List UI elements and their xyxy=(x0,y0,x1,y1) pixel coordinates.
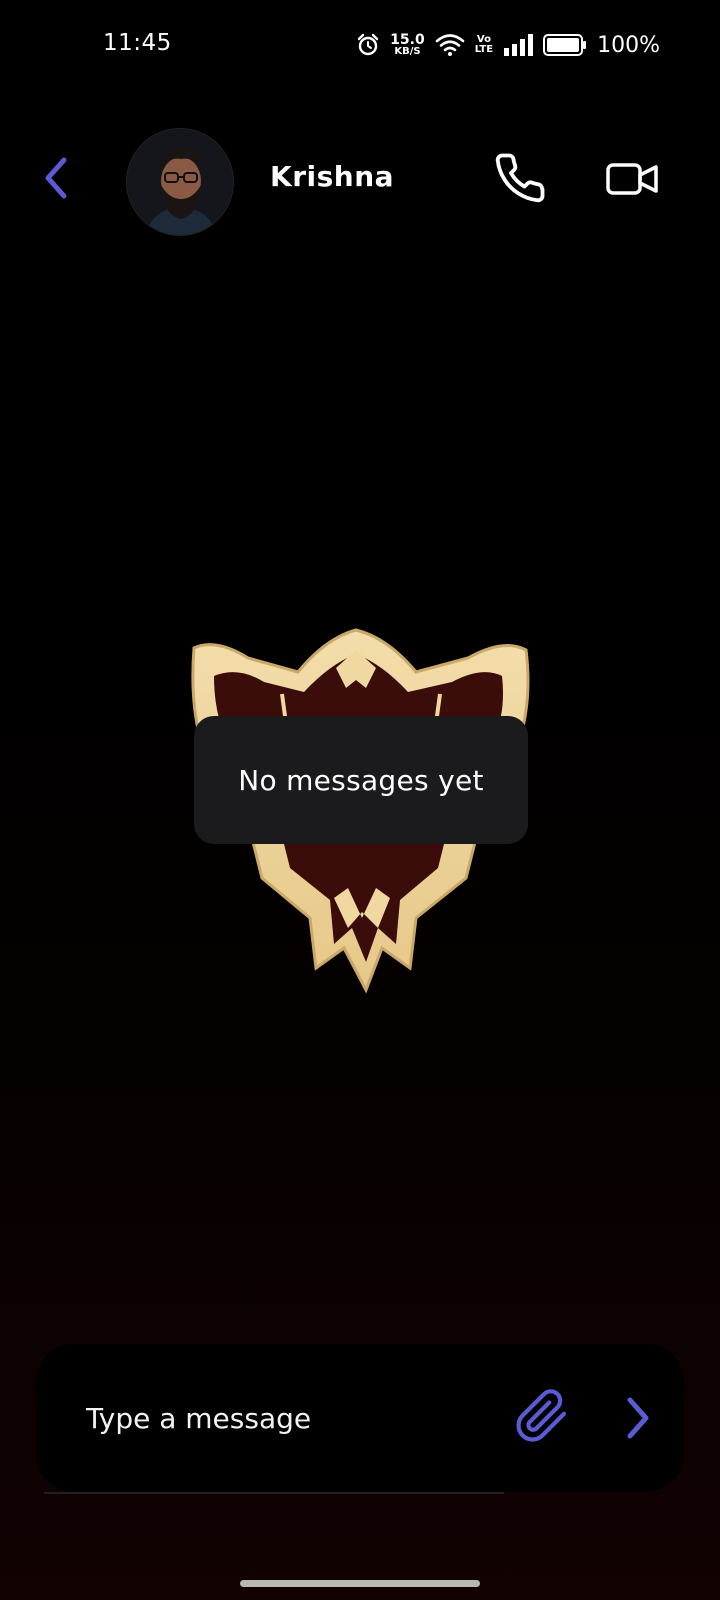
phone-icon xyxy=(493,151,547,209)
chat-screen: 11:45 15.0 KB/S Vo LTE 100% Krishna No m… xyxy=(0,0,720,1600)
alarm-icon xyxy=(356,33,380,57)
back-button[interactable] xyxy=(38,156,74,204)
status-icons: 15.0 KB/S Vo LTE 100% xyxy=(356,30,660,60)
send-button[interactable] xyxy=(612,1392,664,1448)
empty-state-bubble: No messages yet xyxy=(194,716,528,844)
signal-icon xyxy=(503,34,534,56)
back-arrow-icon xyxy=(42,156,70,204)
net-speed-unit: KB/S xyxy=(394,46,421,57)
attach-button[interactable] xyxy=(510,1386,574,1450)
video-camera-icon xyxy=(606,161,658,201)
chat-header: Krishna xyxy=(0,120,720,240)
voice-call-button[interactable] xyxy=(492,152,548,208)
message-composer xyxy=(36,1344,684,1492)
volte-bottom: LTE xyxy=(474,44,494,55)
wifi-icon xyxy=(435,33,465,57)
gesture-nav-handle[interactable] xyxy=(240,1580,480,1587)
send-chevron-icon xyxy=(624,1396,652,1444)
battery-percent: 100% xyxy=(597,32,660,58)
contact-name[interactable]: Krishna xyxy=(270,160,394,193)
paperclip-icon xyxy=(514,1386,570,1450)
battery-icon xyxy=(543,34,587,56)
composer-divider xyxy=(44,1492,504,1494)
video-call-button[interactable] xyxy=(604,156,660,206)
avatar[interactable] xyxy=(126,128,234,236)
volte-icon: Vo LTE xyxy=(475,35,493,55)
status-bar: 11:45 15.0 KB/S Vo LTE 100% xyxy=(0,0,720,90)
net-speed-value: 15.0 xyxy=(390,32,425,48)
net-speed: 15.0 KB/S xyxy=(390,33,425,57)
status-time: 11:45 xyxy=(103,30,172,56)
message-input[interactable] xyxy=(86,1390,466,1446)
empty-state-text: No messages yet xyxy=(238,763,484,797)
